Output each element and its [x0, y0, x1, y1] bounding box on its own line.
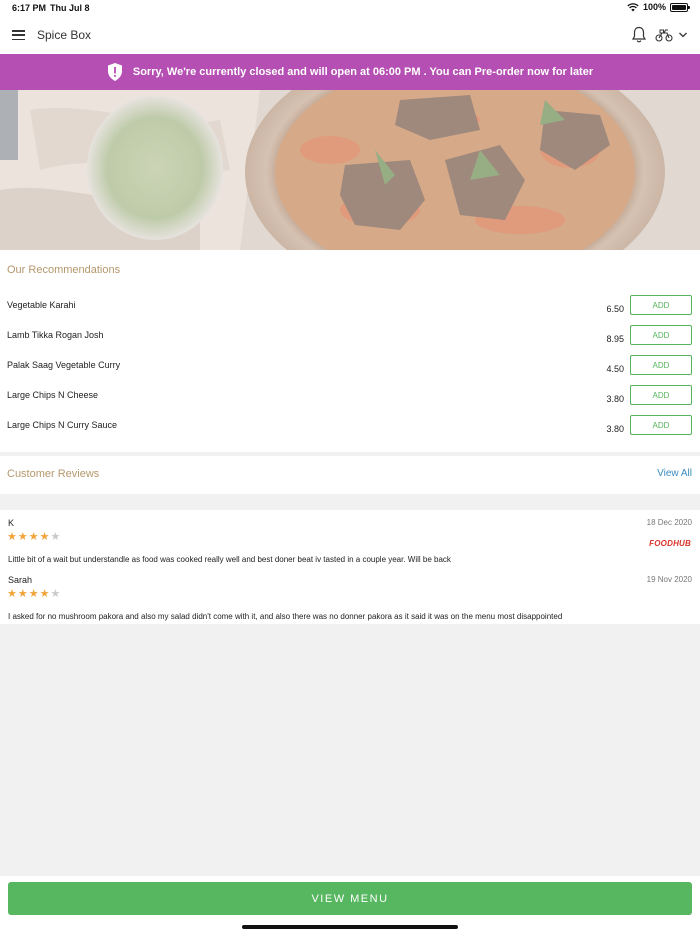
add-button[interactable]: ADD [630, 355, 692, 375]
reviews-title: Customer Reviews [7, 468, 100, 480]
add-button[interactable]: ADD [630, 295, 692, 315]
star-icon: ★ [17, 587, 28, 600]
status-date: Thu Jul 8 [50, 3, 90, 13]
item-name: Palak Saag Vegetable Curry [7, 360, 121, 370]
recommendation-item: Palak Saag Vegetable Curry 4.50 ADD [0, 355, 700, 390]
item-price: 3.80 [606, 424, 624, 434]
item-price: 6.50 [606, 304, 624, 314]
item-name: Lamb Tikka Rogan Josh [7, 330, 104, 340]
closed-banner-text: Sorry, We're currently closed and will o… [132, 66, 594, 78]
item-name: Large Chips N Cheese [7, 390, 99, 400]
recommendations-section: Our Recommendations Vegetable Karahi 6.5… [0, 250, 700, 452]
status-right: 100% [627, 2, 690, 12]
bottom-bar: VIEW MENU [0, 876, 700, 934]
reviewer-name: K [8, 518, 15, 528]
reviews-header: Customer Reviews View All [0, 456, 700, 494]
add-button[interactable]: ADD [630, 385, 692, 405]
app-header: Spice Box [0, 17, 700, 54]
battery-percent: 100% [642, 2, 666, 12]
recommendation-item: Large Chips N Curry Sauce 3.80 ADD [0, 415, 700, 450]
star-rating: ★ ★ ★ ★ ★ [7, 588, 60, 599]
star-icon: ★ [28, 530, 39, 543]
item-name: Vegetable Karahi [7, 300, 76, 310]
closed-banner: Sorry, We're currently closed and will o… [0, 54, 700, 90]
review-item: K 18 Dec 2020 ★ ★ ★ ★ ★ FOODHUB Little bit o… [0, 518, 700, 574]
restaurant-title: Spice Box [37, 28, 92, 42]
hero-image [0, 90, 700, 250]
item-price: 4.50 [606, 364, 624, 374]
status-bar: 6:17 PM Thu Jul 8 100% [0, 0, 700, 17]
star-icon: ★ [50, 530, 61, 543]
recommendation-item: Lamb Tikka Rogan Josh 8.95 ADD [0, 325, 700, 360]
review-date: 19 Nov 2020 [646, 575, 692, 584]
recommendation-item: Large Chips N Cheese 3.80 ADD [0, 385, 700, 420]
star-icon: ★ [28, 587, 39, 600]
star-icon: ★ [39, 587, 50, 600]
reviewer-name: Sarah [8, 575, 33, 585]
star-rating: ★ ★ ★ ★ ★ [7, 531, 60, 542]
home-indicator [242, 925, 458, 929]
recommendation-item: Vegetable Karahi 6.50 ADD [0, 295, 700, 330]
shield-icon [107, 63, 122, 81]
star-icon: ★ [17, 530, 28, 543]
review-text: I asked for no mushroom pakora and also … [8, 612, 563, 621]
bike-icon[interactable] [655, 28, 673, 42]
recommendations-title: Our Recommendations [7, 264, 121, 276]
chevron-down-icon[interactable] [678, 30, 688, 40]
menu-icon[interactable] [12, 30, 25, 40]
status-time: 6:17 PM [12, 3, 47, 13]
item-price: 8.95 [606, 334, 624, 344]
review-text: Little bit of a wait but understandle as… [8, 555, 451, 564]
star-icon: ★ [39, 530, 50, 543]
review-item: Sarah 19 Nov 2020 ★ ★ ★ ★ ★ I asked for no m… [0, 575, 700, 631]
star-icon: ★ [7, 530, 17, 543]
view-menu-button[interactable]: VIEW MENU [8, 882, 692, 915]
reviews-list: K 18 Dec 2020 ★ ★ ★ ★ ★ FOODHUB Little bit o… [0, 510, 700, 624]
add-button[interactable]: ADD [630, 325, 692, 345]
add-button[interactable]: ADD [630, 415, 692, 435]
bell-icon[interactable] [631, 26, 647, 44]
view-all-link[interactable]: View All [657, 468, 692, 479]
item-price: 3.80 [606, 394, 624, 404]
star-icon: ★ [7, 587, 17, 600]
item-name: Large Chips N Curry Sauce [7, 420, 118, 430]
battery-icon [670, 2, 690, 12]
review-date: 18 Dec 2020 [646, 518, 692, 527]
wifi-icon [627, 2, 639, 11]
star-icon: ★ [50, 587, 61, 600]
foodhub-logo: FOODHUB [649, 539, 691, 548]
